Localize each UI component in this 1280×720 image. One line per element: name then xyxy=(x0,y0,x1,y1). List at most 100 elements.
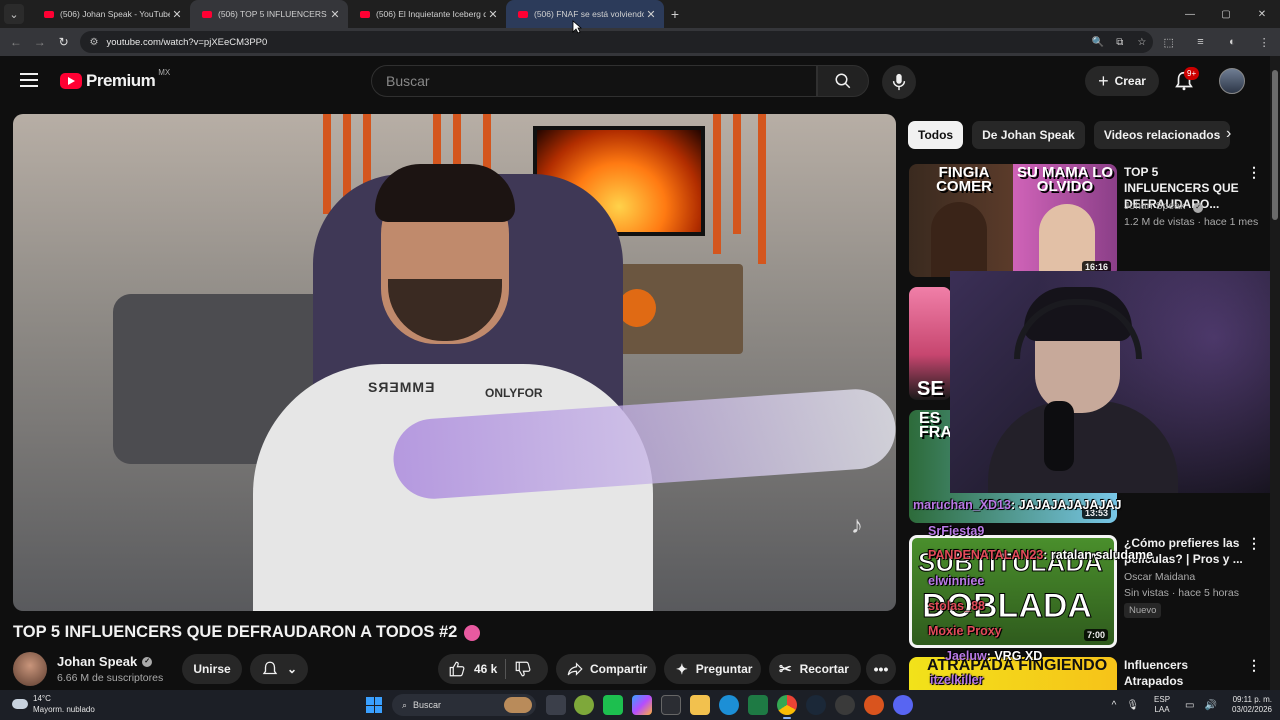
search-input[interactable]: Buscar xyxy=(371,65,817,97)
subscribed-bell-button[interactable]: ⌄ xyxy=(250,654,308,684)
back-icon[interactable]: ← xyxy=(4,35,28,49)
join-button[interactable]: Unirse xyxy=(182,654,242,684)
youtube-play-logo-icon xyxy=(60,73,82,89)
channel-avatar[interactable] xyxy=(13,652,47,686)
chrome-icon[interactable] xyxy=(777,695,797,719)
tab-search-button[interactable]: ⌄ xyxy=(4,4,24,24)
chat-message: Jaeluw: VRG XD xyxy=(945,649,1042,663)
more-vertical-icon[interactable]: ⋮ xyxy=(1247,657,1261,674)
chevron-right-icon[interactable]: › xyxy=(1226,125,1231,143)
taskbar-search-box[interactable]: ⌕ Buscar xyxy=(392,694,536,716)
account-avatar[interactable] xyxy=(1219,68,1245,94)
youtube-logo[interactable]: Premium MX xyxy=(60,68,170,91)
thumb-text: SE xyxy=(917,378,944,400)
chat-message: maruchan_XD13: JAJAJAJAJAJAJ xyxy=(913,498,1121,512)
like-dislike-group: 46 k xyxy=(438,654,548,684)
profile-icon[interactable]: ◐ xyxy=(1216,36,1248,48)
install-app-icon[interactable]: ⧉ xyxy=(1109,37,1131,48)
app-icon[interactable] xyxy=(603,695,623,715)
video-title-text: TOP 5 INFLUENCERS QUE DEFRAUDARON A TODO… xyxy=(13,623,458,641)
browser-tab-4[interactable]: (506) FNAF se está volviendo RE ✕ xyxy=(506,0,664,28)
scrollbar-thumb[interactable] xyxy=(1272,70,1278,220)
youtube-favicon-icon xyxy=(518,10,528,18)
chat-username: maruchan_XD13 xyxy=(913,498,1011,512)
channel-watermark-icon[interactable]: ♪ xyxy=(851,512,863,540)
volume-icon[interactable]: 🔊 xyxy=(1205,700,1217,711)
language-indicator[interactable]: ESP LAA xyxy=(1154,695,1170,715)
ask-button[interactable]: ✦ Preguntar xyxy=(664,654,761,684)
minimize-icon[interactable]: — xyxy=(1172,0,1208,28)
more-vertical-icon[interactable]: ⋮ xyxy=(1247,535,1261,552)
chip-from-channel[interactable]: De Johan Speak xyxy=(972,121,1085,149)
chat-text: : JAJAJAJAJAJAJ xyxy=(1010,498,1122,512)
close-window-icon[interactable]: ✕ xyxy=(1244,0,1280,28)
search-button[interactable] xyxy=(817,65,869,97)
steam-icon[interactable] xyxy=(806,695,826,715)
app-icon[interactable] xyxy=(632,695,652,715)
app-icon[interactable] xyxy=(864,695,884,715)
weather-widget[interactable]: 14°C Mayorm. nublado xyxy=(12,693,95,715)
weather-temp: 14°C xyxy=(33,694,51,703)
url-field[interactable]: ⚙ youtube.com/watch?v=pjXEeCM3PP0 🔍 ⧉ ☆ xyxy=(79,31,1153,53)
browser-tab-2[interactable]: (506) TOP 5 INFLUENCERS QUE ✕ xyxy=(190,0,348,28)
recommendation-channel[interactable]: Johan Speak ✓ xyxy=(1124,198,1204,214)
clip-button[interactable]: ✂ Recortar xyxy=(769,654,861,684)
edge-icon[interactable] xyxy=(719,695,739,715)
chat-username: SrFiesta9 xyxy=(928,524,985,538)
discord-icon[interactable] xyxy=(893,695,913,715)
store-icon[interactable] xyxy=(661,695,681,715)
browser-tab-3[interactable]: (506) El Inquietante Iceberg de ✕ xyxy=(348,0,506,28)
browser-menu-icon[interactable]: ⋮ xyxy=(1248,36,1280,49)
network-icon[interactable]: ▭ xyxy=(1185,700,1194,711)
windows-start-icon[interactable] xyxy=(366,697,382,713)
scissors-icon: ✂ xyxy=(779,661,792,678)
close-tab-icon[interactable]: ✕ xyxy=(328,8,342,21)
recommendation-title[interactable]: Influencers Atrapados Mintiend... xyxy=(1124,657,1244,690)
microphone-prop xyxy=(1044,401,1074,471)
recommendation-item[interactable]: FINGIA COMER SU MAMA LO OLVIDO 16:16 TOP… xyxy=(909,164,1264,277)
dislike-thumb-icon[interactable] xyxy=(514,660,532,678)
voice-search-button[interactable] xyxy=(882,65,916,99)
reload-icon[interactable]: ↻ xyxy=(52,35,76,49)
more-actions-button[interactable]: ••• xyxy=(866,654,896,684)
recommendation-channel[interactable]: Oscar Maidana xyxy=(1124,569,1195,585)
close-tab-icon[interactable]: ✕ xyxy=(170,8,184,21)
close-tab-icon[interactable]: ✕ xyxy=(644,8,658,21)
page-scrollbar[interactable] xyxy=(1270,56,1280,690)
maximize-icon[interactable]: ▢ xyxy=(1208,0,1244,28)
reading-list-icon[interactable]: ≡ xyxy=(1185,36,1217,48)
microphone-icon[interactable]: 🎙 xyxy=(1126,700,1139,711)
share-button[interactable]: Compartir xyxy=(556,654,656,684)
video-thumbnail[interactable]: FINGIA COMER SU MAMA LO OLVIDO 16:16 xyxy=(909,164,1117,277)
like-thumb-icon[interactable] xyxy=(448,660,466,678)
chip-related[interactable]: Videos relacionados xyxy=(1093,121,1231,149)
site-info-icon[interactable]: ⚙ xyxy=(90,37,99,48)
language-code: ESP xyxy=(1154,695,1171,704)
app-icon[interactable] xyxy=(835,695,855,715)
menu-hamburger-icon[interactable] xyxy=(20,73,38,91)
browser-tab-1[interactable]: (506) Johan Speak - YouTube ✕ xyxy=(32,0,190,28)
bookmark-star-icon[interactable]: ☆ xyxy=(1131,37,1153,48)
thumb-text: FINGIA COMER xyxy=(936,164,992,195)
chip-all[interactable]: Todos xyxy=(908,121,964,149)
browser-tab-strip: ⌄ (506) Johan Speak - YouTube ✕ (506) TO… xyxy=(0,0,1280,28)
create-button[interactable]: + Crear xyxy=(1085,66,1159,96)
app-icon[interactable] xyxy=(574,695,594,715)
clock[interactable]: 09:11 p. m. 03/02/2026 xyxy=(1232,695,1272,715)
new-tab-button[interactable]: + xyxy=(664,6,686,22)
task-view-icon[interactable] xyxy=(546,695,566,715)
video-thumbnail[interactable]: SE xyxy=(909,287,951,400)
channel-name-link[interactable]: Johan Speak ✓ xyxy=(57,654,153,669)
extensions-icon[interactable]: ⬚ xyxy=(1153,36,1185,49)
app-icon[interactable] xyxy=(748,695,768,715)
clock-date: 03/02/2026 xyxy=(1231,705,1272,714)
chat-username: Moxie Proxy xyxy=(928,624,1002,638)
more-vertical-icon[interactable]: ⋮ xyxy=(1247,164,1261,181)
video-player[interactable]: SЯƎMMƎ ONLYFOR ♪ xyxy=(13,114,896,611)
zoom-icon[interactable]: 🔍 xyxy=(1087,37,1109,48)
close-tab-icon[interactable]: ✕ xyxy=(486,8,500,21)
curtain-decoration xyxy=(733,114,741,234)
forward-icon[interactable]: → xyxy=(28,35,52,49)
chevron-up-icon[interactable]: ^ xyxy=(1112,700,1117,711)
file-explorer-icon[interactable] xyxy=(690,695,710,715)
